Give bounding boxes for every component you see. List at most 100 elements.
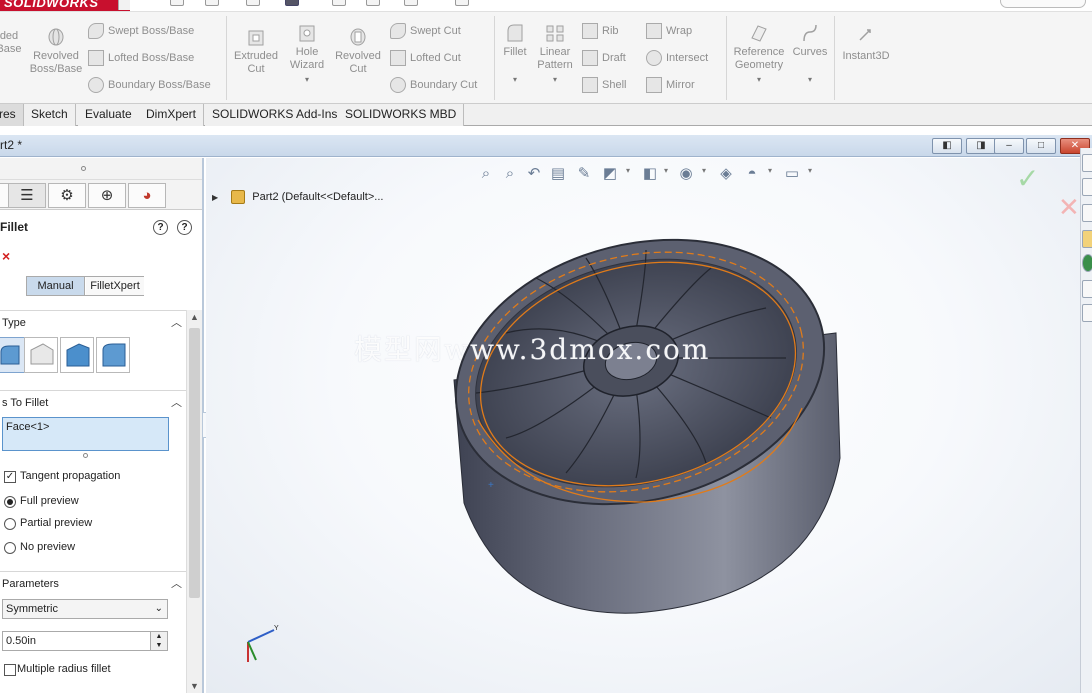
chevron-down-icon[interactable]: ▾ [534, 73, 576, 86]
revolved-cut-button[interactable]: Revolved Cut [332, 26, 384, 76]
pm-scrollbar[interactable]: ▲ ▼ [186, 310, 202, 693]
fillet-parameters-group[interactable]: Parameters ︿ [0, 571, 186, 595]
file-explorer-icon[interactable] [1082, 204, 1092, 222]
constant-size-fillet-button[interactable] [0, 337, 26, 373]
fillet-method-select[interactable]: Symmetric ⌄ [2, 599, 168, 619]
rib-icon [582, 23, 598, 40]
display-manager-tab[interactable]: ◕ [128, 183, 166, 208]
scroll-down-icon[interactable]: ▼ [190, 681, 199, 691]
print-icon[interactable] [285, 0, 299, 6]
tab-solidworks-mbd[interactable]: SOLIDWORKS MBD [338, 104, 465, 126]
property-manager-tab[interactable]: ☰ [8, 183, 46, 208]
multiple-radius-checkbox[interactable] [4, 664, 16, 676]
restore-icon[interactable]: □ [1026, 138, 1056, 154]
pm-splitter[interactable] [0, 158, 202, 180]
full-preview-radio[interactable] [4, 496, 16, 508]
fillet-button[interactable]: Fillet ▾ [498, 22, 532, 86]
rebuild-icon[interactable] [404, 0, 418, 6]
home-icon[interactable] [1082, 154, 1092, 172]
curves-button[interactable]: Curves ▾ [790, 22, 830, 86]
select-icon[interactable] [366, 0, 380, 6]
chevron-down-icon[interactable]: ▾ [790, 73, 830, 86]
configuration-manager-tab[interactable]: ⚙ [48, 183, 86, 208]
solidworks-logo[interactable]: SOLIDWORKS [0, 0, 130, 11]
help-icon[interactable]: ? [177, 220, 192, 235]
fillet-type-group[interactable]: Type ︿ [0, 310, 186, 334]
appearances-icon[interactable] [1082, 254, 1092, 272]
chevron-down-icon[interactable]: ▾ [498, 73, 532, 86]
chevron-down-icon[interactable]: ▾ [730, 73, 788, 86]
chevron-down-icon[interactable]: ▾ [284, 73, 330, 86]
mirror-button[interactable]: Mirror [646, 76, 695, 94]
no-preview-radio[interactable] [4, 542, 16, 554]
radius-spinner[interactable]: ▲ ▼ [150, 632, 167, 650]
rib-button[interactable]: Rib [582, 22, 619, 40]
hole-wizard-button[interactable]: Hole Wizard ▾ [284, 22, 330, 86]
intersect-button[interactable]: Intersect [646, 49, 708, 67]
lofted-cut-button[interactable]: Lofted Cut [390, 49, 461, 67]
scroll-thumb[interactable] [189, 328, 200, 598]
tab-sketch[interactable]: Sketch [24, 104, 76, 126]
reference-triad-icon[interactable]: Y [240, 622, 280, 672]
tab-solidworks-add-ins[interactable]: SOLIDWORKS Add-Ins [205, 104, 346, 126]
items-to-fillet-group[interactable]: s To Fillet ︿ [0, 390, 186, 414]
whats-new-icon[interactable]: ? [153, 220, 168, 235]
splitter-handle-icon[interactable] [81, 166, 86, 171]
boundary-cut-button[interactable]: Boundary Cut [390, 76, 477, 94]
wheel-model-viewport[interactable]: + [206, 158, 1080, 693]
collapse-icon[interactable]: ︿ [171, 391, 182, 415]
tab-features[interactable]: res [0, 104, 24, 126]
design-library-icon[interactable] [1082, 178, 1092, 196]
radius-input[interactable]: 0.50in ▲ ▼ [2, 631, 168, 651]
svg-text:Y: Y [274, 625, 279, 632]
reference-geometry-button[interactable]: Reference Geometry ▾ [730, 22, 788, 86]
cancel-icon[interactable]: × [2, 248, 10, 264]
partial-preview-radio[interactable] [4, 518, 16, 530]
forum-icon[interactable] [1082, 304, 1092, 322]
collapse-icon[interactable]: ︿ [171, 311, 182, 335]
rib-label: Rib [602, 25, 619, 37]
resize-handle-icon[interactable] [83, 453, 88, 458]
lofted-boss-button[interactable]: Lofted Boss/Base [88, 49, 194, 67]
instant3d-button[interactable]: Instant3D [838, 26, 894, 63]
collapse-icon[interactable]: ︿ [171, 572, 182, 596]
open-document-icon[interactable] [205, 0, 219, 6]
chevron-down-icon[interactable] [118, 0, 130, 10]
new-document-icon[interactable] [170, 0, 184, 6]
extruded-boss-button[interactable]: ded Base [0, 30, 24, 56]
search-input[interactable] [1000, 0, 1086, 8]
document-title-bar: rt2 * ◧ ◨ – □ ✕ [0, 135, 1092, 157]
extruded-cut-button[interactable]: Extruded Cut [232, 26, 280, 76]
tile-right-icon[interactable]: ◨ [966, 138, 996, 154]
shell-button[interactable]: Shell [582, 76, 626, 94]
options-gear-icon[interactable] [455, 0, 469, 6]
swept-cut-button[interactable]: Swept Cut [390, 22, 461, 40]
full-round-fillet-button[interactable] [96, 337, 130, 373]
boundary-boss-button[interactable]: Boundary Boss/Base [88, 76, 211, 94]
swept-boss-button[interactable]: Swept Boss/Base [88, 22, 194, 40]
save-icon[interactable] [246, 0, 260, 6]
linear-pattern-button[interactable]: Linear Pattern ▾ [534, 22, 576, 86]
undo-icon[interactable] [332, 0, 346, 6]
wrap-button[interactable]: Wrap [646, 22, 692, 40]
graphics-area[interactable]: ⌕ ⌕ ↶ ▤ ✎ ◩ ▾ ◧ ▾ ◉ ▾ ◈ ◓ ▾ ▭ ▾ ▶ Part2 … [206, 158, 1080, 693]
manual-tab[interactable]: Manual [27, 277, 85, 295]
tab-evaluate[interactable]: Evaluate [78, 104, 140, 126]
revolved-boss-button[interactable]: Revolved Boss/Base [28, 26, 84, 76]
scroll-up-icon[interactable]: ▲ [190, 312, 199, 322]
reference-geometry-icon [751, 25, 767, 42]
items-selection-box[interactable]: Face<1> [2, 417, 169, 451]
tile-left-icon[interactable]: ◧ [932, 138, 962, 154]
face-fillet-button[interactable] [60, 337, 94, 373]
custom-properties-icon[interactable] [1082, 280, 1092, 298]
minimize-icon[interactable]: – [994, 138, 1024, 154]
tab-dimxpert[interactable]: DimXpert [139, 104, 205, 126]
filletxpert-tab[interactable]: FilletXpert [86, 277, 144, 295]
command-manager-tabs: res Sketch Evaluate DimXpert SOLIDWORKS … [0, 104, 1092, 126]
dimxpert-manager-tab[interactable]: ⊕ [88, 183, 126, 208]
selected-face-item[interactable]: Face<1> [6, 421, 49, 433]
variable-size-fillet-button[interactable] [24, 337, 58, 373]
draft-button[interactable]: Draft [582, 49, 626, 67]
tangent-propagation-checkbox[interactable]: ✓ [4, 471, 16, 483]
view-palette-icon[interactable] [1082, 230, 1092, 248]
